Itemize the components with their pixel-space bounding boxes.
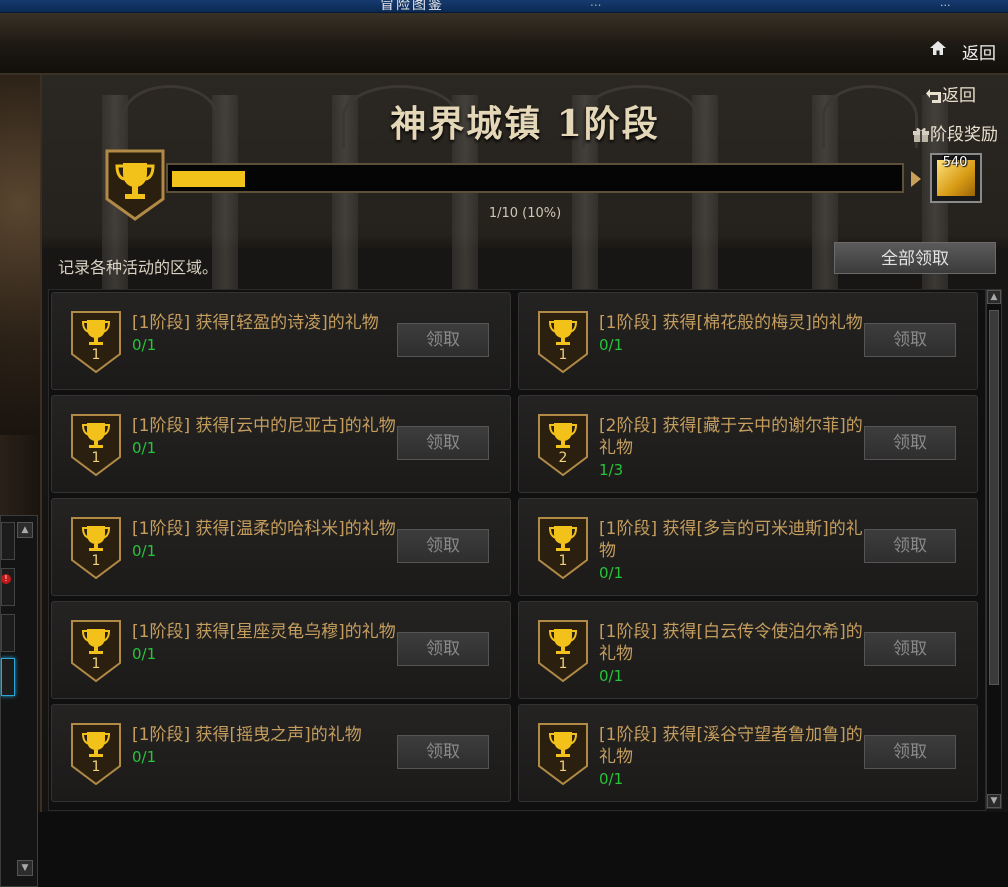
achievement-progress: 0/1	[132, 542, 157, 560]
achievement-progress: 1/3	[599, 461, 624, 479]
region-description: 记录各种活动的区域。	[58, 258, 219, 277]
achievement-text: [1阶段] 获得[棉花般的梅灵]的礼物	[599, 313, 863, 333]
return-button[interactable]: 返回	[926, 81, 976, 106]
achievement-card: 1 [1阶段] 获得[云中的尼亚古]的礼物 0/1 领取	[51, 395, 511, 493]
window-title-bar: 冒险图鉴 ... ...	[0, 0, 1008, 13]
trophy-badge-icon	[71, 311, 121, 374]
stage-progress-fill	[172, 171, 245, 187]
return-arrow-icon	[926, 89, 941, 103]
trophy-badge-icon	[71, 517, 121, 580]
page-title: 神界城镇 1阶段	[390, 103, 660, 145]
achievement-progress: 0/1	[599, 770, 624, 788]
scroll-down-icon[interactable]: ▼	[987, 794, 1001, 808]
left-list-item-selected[interactable]	[1, 658, 15, 696]
gift-icon	[913, 127, 929, 142]
achievement-progress: 0/1	[132, 336, 157, 354]
trophy-badge-icon	[538, 311, 588, 374]
claim-button[interactable]: 领取	[864, 529, 956, 563]
achievement-progress: 0/1	[599, 336, 624, 354]
left-list-item[interactable]	[1, 522, 15, 560]
stage-progress-bar	[166, 163, 904, 193]
window-title-icons: ...	[940, 0, 951, 9]
trophy-badge-icon	[71, 414, 121, 477]
achievement-progress: 0/1	[132, 439, 157, 457]
achievement-text: [1阶段] 获得[溪谷守望者鲁加鲁]的礼物	[599, 725, 863, 767]
window-title-right-text: ...	[590, 0, 602, 9]
achievement-text: [1阶段] 获得[多言的可米迪斯]的礼物	[599, 519, 863, 561]
achievement-progress: 0/1	[599, 564, 624, 582]
achievement-level: 1	[558, 553, 568, 569]
claim-button[interactable]: 领取	[397, 323, 489, 357]
achievement-list: 1 [1阶段] 获得[轻盈的诗凌]的礼物 0/1 领取 1 [1阶段] 获得[棉花…	[48, 289, 986, 811]
header-back-button[interactable]: 返回	[962, 39, 996, 64]
achievement-level: 2	[558, 450, 568, 466]
achievement-progress: 0/1	[132, 645, 157, 663]
achievement-card: 1 [1阶段] 获得[白云传令使泊尔希]的礼物 0/1 领取	[518, 601, 978, 699]
trophy-badge-icon	[538, 723, 588, 786]
claim-button[interactable]: 领取	[864, 632, 956, 666]
achievement-text: [2阶段] 获得[藏于云中的谢尔菲]的礼物	[599, 416, 863, 458]
achievement-text: [1阶段] 获得[轻盈的诗凌]的礼物	[132, 313, 379, 333]
scroll-up-icon[interactable]: ▲	[987, 290, 1001, 304]
trophy-badge-icon	[71, 723, 121, 786]
achievement-list-scrollbar[interactable]: ▲ ▼	[986, 289, 1002, 809]
achievement-text: [1阶段] 获得[白云传令使泊尔希]的礼物	[599, 622, 863, 664]
achievement-card: 1 [1阶段] 获得[轻盈的诗凌]的礼物 0/1 领取	[51, 292, 511, 390]
achievement-card: 1 [1阶段] 获得[棉花般的梅灵]的礼物 0/1 领取	[518, 292, 978, 390]
left-list-item[interactable]	[1, 614, 15, 652]
stage-reward-item[interactable]: 540	[930, 153, 982, 203]
scroll-down-icon[interactable]: ▼	[17, 860, 33, 876]
achievement-level: 1	[558, 347, 568, 363]
home-icon[interactable]	[930, 41, 946, 55]
claim-all-button[interactable]: 全部领取	[834, 242, 996, 274]
achievement-level: 1	[558, 656, 568, 672]
return-label: 返回	[942, 86, 976, 106]
window-title: 冒险图鉴	[380, 0, 444, 13]
trophy-badge-icon	[538, 517, 588, 580]
achievement-text: [1阶段] 获得[星座灵龟乌穆]的礼物	[132, 622, 396, 642]
achievement-card: 1 [1阶段] 获得[摇曳之声]的礼物 0/1 领取	[51, 704, 511, 802]
achievement-panel: 神界城镇 1阶段 返回 阶段奖励 540 1/10 (10%) 记录各种活动的区…	[42, 75, 1008, 812]
trophy-badge-icon	[538, 620, 588, 683]
reward-count: 540	[942, 155, 968, 170]
top-header: 返回	[0, 13, 1008, 75]
achievement-card: 1 [1阶段] 获得[星座灵龟乌穆]的礼物 0/1 领取	[51, 601, 511, 699]
achievement-level: 1	[91, 347, 101, 363]
claim-button[interactable]: 领取	[864, 426, 956, 460]
achievement-card: 1 [1阶段] 获得[溪谷守望者鲁加鲁]的礼物 0/1 领取	[518, 704, 978, 802]
scrollbar-thumb[interactable]	[989, 310, 999, 685]
achievement-progress: 0/1	[132, 748, 157, 766]
claim-button[interactable]: 领取	[397, 632, 489, 666]
achievement-text: [1阶段] 获得[云中的尼亚古]的礼物	[132, 416, 396, 436]
trophy-badge-icon	[538, 414, 588, 477]
left-list-panel: ! ▲ ▼	[0, 515, 38, 887]
scroll-up-icon[interactable]: ▲	[17, 522, 33, 538]
achievement-card: 1 [1阶段] 获得[温柔的哈科米]的礼物 0/1 领取	[51, 498, 511, 596]
progress-arrow-icon	[911, 171, 921, 187]
achievement-level: 1	[91, 450, 101, 466]
achievement-text: [1阶段] 获得[摇曳之声]的礼物	[132, 725, 362, 745]
claim-button[interactable]: 领取	[397, 735, 489, 769]
stage-reward-button[interactable]: 阶段奖励	[912, 120, 998, 145]
stage-reward-label: 阶段奖励	[930, 125, 998, 145]
achievement-text: [1阶段] 获得[温柔的哈科米]的礼物	[132, 519, 396, 539]
progress-text: 1/10 (10%)	[488, 206, 562, 221]
achievement-card: 2 [2阶段] 获得[藏于云中的谢尔菲]的礼物 1/3 领取	[518, 395, 978, 493]
trophy-badge-icon	[71, 620, 121, 683]
left-panel-artwork	[0, 75, 40, 435]
achievement-card: 1 [1阶段] 获得[多言的可米迪斯]的礼物 0/1 领取	[518, 498, 978, 596]
claim-button[interactable]: 领取	[397, 426, 489, 460]
achievement-level: 1	[558, 759, 568, 775]
achievement-level: 1	[91, 553, 101, 569]
claim-button[interactable]: 领取	[864, 735, 956, 769]
achievement-level: 1	[91, 656, 101, 672]
claim-button[interactable]: 领取	[864, 323, 956, 357]
claim-button[interactable]: 领取	[397, 529, 489, 563]
left-side-panel: ! ▲ ▼	[0, 75, 42, 887]
achievement-progress: 0/1	[599, 667, 624, 685]
alert-badge-icon: !	[1, 574, 11, 584]
achievement-level: 1	[91, 759, 101, 775]
